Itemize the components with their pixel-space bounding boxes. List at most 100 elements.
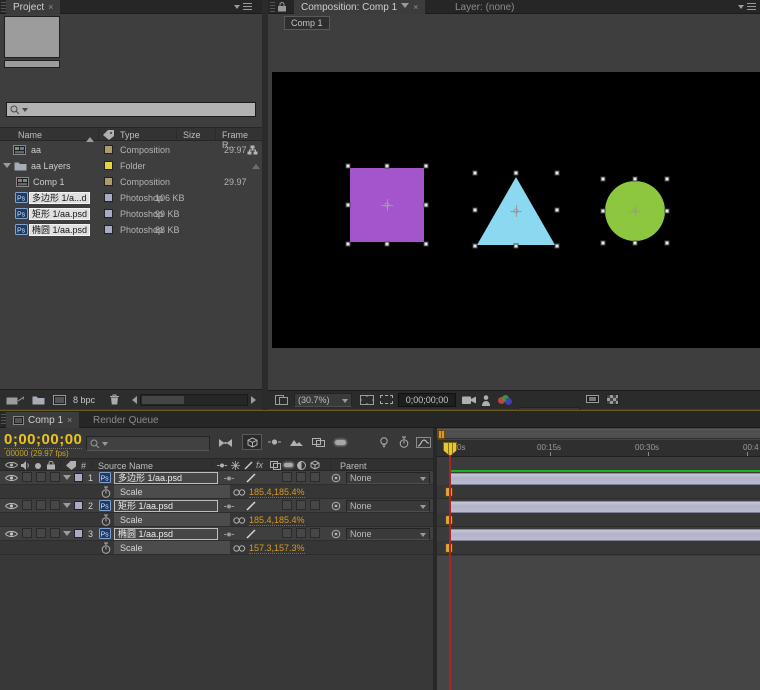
parent-pickwhip-icon[interactable] bbox=[331, 473, 341, 483]
twirl-down-icon[interactable] bbox=[63, 503, 71, 512]
column-name[interactable]: Name bbox=[18, 130, 42, 140]
scrollbar-up-icon[interactable] bbox=[252, 160, 260, 169]
switch-quality-icon[interactable] bbox=[244, 461, 253, 470]
brainstorm-button[interactable] bbox=[374, 434, 394, 450]
switch-3d-icon[interactable] bbox=[310, 460, 320, 470]
audio-toggle[interactable] bbox=[22, 528, 32, 538]
label-column-icon[interactable] bbox=[66, 461, 76, 470]
selection-handle[interactable] bbox=[346, 164, 351, 169]
property-name-cell[interactable]: Scale bbox=[114, 513, 230, 526]
selection-handle[interactable] bbox=[385, 242, 390, 247]
bit-depth-label[interactable]: 8 bpc bbox=[73, 395, 95, 405]
auto-keyframe-button[interactable] bbox=[394, 434, 414, 450]
quality-switch[interactable] bbox=[246, 529, 256, 539]
fast-previews-icon[interactable] bbox=[586, 395, 599, 405]
lock-column-icon[interactable] bbox=[47, 461, 55, 470]
parent-dropdown[interactable]: None bbox=[346, 472, 430, 484]
sort-arrow-icon[interactable] bbox=[86, 133, 94, 142]
selection-handle[interactable] bbox=[346, 242, 351, 247]
layer-row-3[interactable]: 3 Ps 椭圆 1/aa.psd None bbox=[0, 527, 433, 541]
selection-handle[interactable] bbox=[514, 244, 519, 249]
column-size[interactable]: Size bbox=[183, 130, 201, 140]
shy-switch[interactable] bbox=[224, 503, 234, 510]
layer-3-duration-bar[interactable] bbox=[450, 529, 760, 541]
column-divider[interactable] bbox=[98, 129, 99, 141]
property-row-scale-1[interactable]: Scale 185.4,185.4% bbox=[0, 485, 433, 499]
layer-label-chip[interactable] bbox=[74, 473, 83, 482]
composition-stage[interactable] bbox=[272, 72, 760, 348]
selection-handle[interactable] bbox=[601, 241, 606, 246]
selection-handle[interactable] bbox=[473, 244, 478, 249]
project-row-rect-psd[interactable]: Ps 矩形 1/aa.psd Photoshop 99 KB bbox=[0, 206, 262, 222]
close-icon[interactable]: × bbox=[413, 2, 418, 12]
label-color-column-icon[interactable] bbox=[103, 130, 114, 140]
label-color-chip[interactable] bbox=[104, 209, 113, 218]
video-column-eye-icon[interactable] bbox=[5, 461, 18, 469]
layer-label-chip[interactable] bbox=[74, 501, 83, 510]
3d-switch[interactable] bbox=[310, 500, 320, 510]
stopwatch-icon[interactable] bbox=[101, 542, 111, 554]
selection-handle[interactable] bbox=[473, 207, 478, 212]
panel-menu-icon[interactable] bbox=[738, 2, 756, 11]
layer-label-chip[interactable] bbox=[74, 529, 83, 538]
new-folder-icon[interactable] bbox=[32, 395, 45, 405]
hide-shy-layers-button[interactable] bbox=[264, 434, 284, 450]
tab-composition[interactable]: Composition: Comp 1 × bbox=[294, 0, 425, 14]
tab-layer[interactable]: Layer: (none) bbox=[448, 0, 521, 14]
new-composition-icon[interactable] bbox=[53, 395, 66, 405]
solo-toggle[interactable] bbox=[36, 528, 46, 538]
selection-handle[interactable] bbox=[665, 177, 670, 182]
frame-blend-switch[interactable] bbox=[282, 500, 292, 510]
switch-effects-icon[interactable] bbox=[256, 460, 263, 470]
tab-project[interactable]: Project × bbox=[6, 0, 60, 14]
column-type[interactable]: Type bbox=[120, 130, 140, 140]
column-parent[interactable]: Parent bbox=[340, 461, 367, 471]
lock-toggle[interactable] bbox=[50, 528, 60, 538]
timeline-search-input[interactable] bbox=[86, 436, 210, 451]
project-row-aa[interactable]: aa Composition 29.97 bbox=[0, 142, 262, 158]
chevron-down-icon[interactable] bbox=[401, 3, 409, 12]
anchor-point-icon[interactable] bbox=[629, 205, 641, 217]
project-row-aa-layers[interactable]: aa Layers Folder bbox=[0, 158, 262, 174]
panel-menu-icon[interactable] bbox=[234, 2, 252, 11]
label-color-chip[interactable] bbox=[104, 225, 113, 234]
motion-blur-switch[interactable] bbox=[296, 472, 306, 482]
column-divider[interactable] bbox=[215, 129, 216, 141]
switch-shy-icon[interactable] bbox=[217, 462, 227, 469]
viewer-timecode[interactable]: 0;00;00;00 bbox=[398, 393, 456, 407]
frame-blend-switch[interactable] bbox=[282, 472, 292, 482]
scale-value[interactable]: 185.4,185.4% bbox=[249, 515, 305, 526]
parent-dropdown[interactable]: None bbox=[346, 528, 430, 540]
label-color-chip[interactable] bbox=[104, 177, 113, 186]
close-icon[interactable]: × bbox=[67, 415, 72, 425]
3d-switch[interactable] bbox=[310, 528, 320, 538]
show-snapshot-icon[interactable] bbox=[482, 395, 490, 406]
frame-blending-button[interactable] bbox=[286, 434, 306, 450]
project-row-ellipse-psd[interactable]: Ps 椭圆 1/aa.psd Photoshop 88 KB bbox=[0, 222, 262, 238]
selection-handle[interactable] bbox=[555, 207, 560, 212]
column-number[interactable]: # bbox=[81, 461, 86, 471]
property-name-cell[interactable]: Scale bbox=[114, 485, 230, 498]
column-divider[interactable] bbox=[176, 129, 177, 141]
shy-switch[interactable] bbox=[224, 531, 234, 538]
selection-handle[interactable] bbox=[424, 164, 429, 169]
selection-handle[interactable] bbox=[601, 177, 606, 182]
switch-motion-blur-icon[interactable] bbox=[284, 463, 293, 467]
label-color-chip[interactable] bbox=[104, 145, 113, 154]
3d-switch[interactable] bbox=[310, 472, 320, 482]
stopwatch-icon[interactable] bbox=[101, 514, 111, 526]
property-row-scale-3[interactable]: Scale 157.3,157.3% bbox=[0, 541, 433, 555]
shy-switch[interactable] bbox=[224, 475, 234, 482]
eye-icon[interactable] bbox=[5, 502, 18, 510]
scroll-right-icon[interactable] bbox=[251, 396, 260, 404]
region-of-interest-icon[interactable] bbox=[380, 395, 393, 404]
layer-name[interactable]: 椭圆 1/aa.psd bbox=[114, 528, 218, 540]
quality-switch[interactable] bbox=[246, 501, 256, 511]
layer-row-1[interactable]: 1 Ps 多边形 1/aa.psd None bbox=[0, 471, 433, 485]
time-ruler[interactable]: 0s 00:15s 00:30s 00:4 bbox=[437, 440, 760, 457]
scrollbar-track[interactable] bbox=[140, 394, 248, 406]
search-options-arrow-icon[interactable] bbox=[22, 108, 28, 115]
selection-handle[interactable] bbox=[346, 203, 351, 208]
trash-icon[interactable] bbox=[110, 394, 119, 405]
panel-lock-icon[interactable] bbox=[278, 2, 286, 12]
